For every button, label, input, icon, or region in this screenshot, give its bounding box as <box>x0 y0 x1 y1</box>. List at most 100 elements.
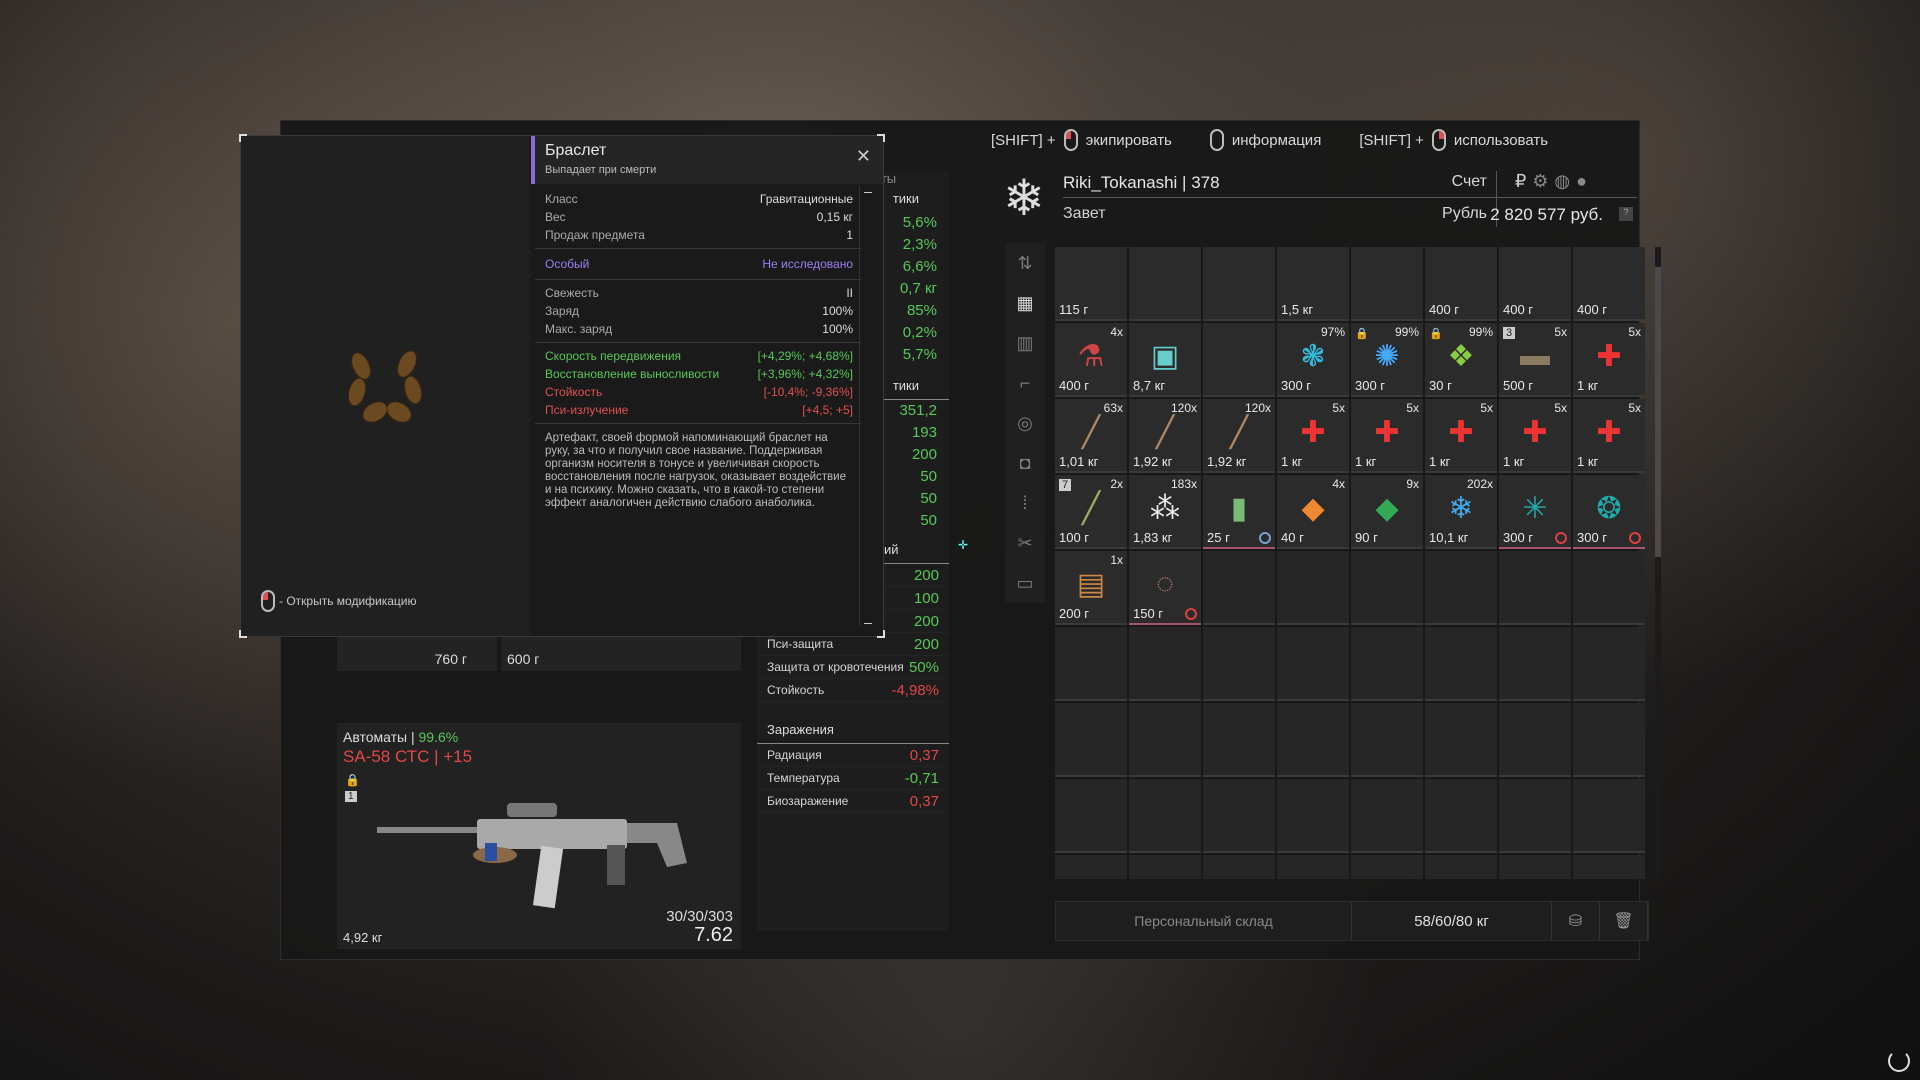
category-tools-icon[interactable]: ✂ <box>1005 523 1045 563</box>
inventory-slot-empty[interactable] <box>1573 627 1645 701</box>
inventory-slot-empty[interactable] <box>1203 703 1275 777</box>
inventory-slot[interactable]: ╱ 63x 1,01 кг <box>1055 399 1127 473</box>
inventory-slot[interactable]: ✳ 300 г <box>1499 475 1571 549</box>
equipment-slot-1[interactable]: 760 г <box>337 631 497 671</box>
player-name: Riki_Tokanashi | 378 <box>1063 173 1220 192</box>
scrollbar-thumb[interactable] <box>1655 267 1661 557</box>
inventory-slot[interactable]: ▮ 25 г <box>1203 475 1275 549</box>
inventory-slot-empty[interactable] <box>1499 855 1571 879</box>
inventory-slot-empty[interactable] <box>1351 627 1423 701</box>
token-icon[interactable]: ● <box>1576 171 1587 192</box>
trash-icon[interactable]: 🗑 <box>1600 902 1648 940</box>
inventory-slot-empty[interactable] <box>1425 703 1497 777</box>
category-artifacts-icon[interactable]: ◎ <box>1005 403 1045 443</box>
inventory-slot-empty[interactable] <box>1055 627 1127 701</box>
inventory-slot[interactable]: 400 г <box>1499 247 1571 321</box>
category-all-icon[interactable]: ▦ <box>1005 283 1045 323</box>
inventory-slot[interactable]: ✚ 5x 1 кг <box>1573 323 1645 397</box>
inventory-slot-empty[interactable] <box>1425 627 1497 701</box>
inventory-slot-empty[interactable] <box>1351 779 1423 853</box>
weight-icon[interactable]: ⛁ <box>1552 902 1600 940</box>
inventory-slot[interactable]: 400 г <box>1573 247 1645 321</box>
inventory-slot-empty[interactable] <box>1277 855 1349 879</box>
equipment-slot-2[interactable]: 600 г <box>501 631 741 671</box>
inventory-slot-empty[interactable] <box>1055 779 1127 853</box>
inventory-slot[interactable]: ✚ 5x 1 кг <box>1573 399 1645 473</box>
category-armor-icon[interactable]: ▥ <box>1005 323 1045 363</box>
inventory-slot[interactable]: 1,5 кг <box>1277 247 1349 321</box>
compass-icon[interactable]: ◍ <box>1554 171 1570 192</box>
inventory-slot-empty[interactable] <box>1425 551 1497 625</box>
inventory-slot[interactable]: 115 г <box>1055 247 1127 321</box>
inventory-slot-empty[interactable] <box>1351 855 1423 879</box>
inventory-scrollbar[interactable] <box>1655 247 1661 879</box>
close-icon[interactable]: ✕ <box>856 146 871 167</box>
inventory-slot[interactable]: ⚗ 4x 400 г <box>1055 323 1127 397</box>
inventory-slot-empty[interactable] <box>1129 779 1201 853</box>
property-row: Восстановление выносливости [+3,96%; +4,3… <box>535 365 861 383</box>
inventory-slot[interactable]: ╱ 120x 1,92 кг <box>1129 399 1201 473</box>
inventory-slot-empty[interactable] <box>1203 855 1275 879</box>
inventory-slot[interactable]: ⁂ 183x 1,83 кг <box>1129 475 1201 549</box>
inventory-slot[interactable]: ❄ 202x 10,1 кг <box>1425 475 1497 549</box>
help-icon[interactable]: ? <box>1619 207 1633 221</box>
inventory-slot-empty[interactable] <box>1499 627 1571 701</box>
inventory-slot[interactable] <box>1203 247 1275 321</box>
inventory-slot-empty[interactable] <box>1203 627 1275 701</box>
inventory-slot-empty[interactable] <box>1203 779 1275 853</box>
inventory-slot[interactable]: ▤ 1x 200 г <box>1055 551 1127 625</box>
inventory-slot[interactable] <box>1203 323 1275 397</box>
inventory-slot-empty[interactable] <box>1499 551 1571 625</box>
inventory-slot[interactable]: ✚ 5x 1 кг <box>1425 399 1497 473</box>
inventory-slot-empty[interactable] <box>1573 703 1645 777</box>
storage-name[interactable]: Персональный склад <box>1056 902 1352 940</box>
inventory-slot-empty[interactable] <box>1425 779 1497 853</box>
category-ammo-icon[interactable]: ⁞ <box>1005 483 1045 523</box>
inventory-slot[interactable]: ❖ 99% 🔒 30 г <box>1425 323 1497 397</box>
ruble-icon[interactable]: ₽ <box>1515 171 1526 192</box>
inventory-slot[interactable]: ✚ 5x 1 кг <box>1499 399 1571 473</box>
category-other-icon[interactable]: ▭ <box>1005 563 1045 603</box>
rifle-icon <box>377 803 687 909</box>
inventory-slot-empty[interactable] <box>1499 779 1571 853</box>
inventory-slot-empty[interactable] <box>1351 703 1423 777</box>
inventory-slot-empty[interactable] <box>1499 703 1571 777</box>
inventory-slot-empty[interactable] <box>1203 551 1275 625</box>
sort-icon[interactable]: ⇅ <box>1005 243 1045 283</box>
inventory-slot-empty[interactable] <box>1425 855 1497 879</box>
inventory-slot-empty[interactable] <box>1277 703 1349 777</box>
inventory-slot-empty[interactable] <box>1129 855 1201 879</box>
inventory-slot[interactable]: ✚ 5x 1 кг <box>1277 399 1349 473</box>
inventory-slot[interactable]: ✚ 5x 1 кг <box>1351 399 1423 473</box>
inventory-slot[interactable]: ▬ 5x 3 500 г <box>1499 323 1571 397</box>
inventory-slot[interactable]: ❃ 97% 300 г <box>1277 323 1349 397</box>
inventory-slot-empty[interactable] <box>1351 551 1423 625</box>
inventory-slot[interactable]: ◆ 9x 90 г <box>1351 475 1423 549</box>
inventory-slot[interactable]: ╱ 2x 7 100 г <box>1055 475 1127 549</box>
inventory-slot-empty[interactable] <box>1055 703 1127 777</box>
inventory-slot-empty[interactable] <box>1277 627 1349 701</box>
inventory-slot-empty[interactable] <box>1129 703 1201 777</box>
inventory-slot-empty[interactable] <box>1277 551 1349 625</box>
inventory-slot[interactable]: 400 г <box>1425 247 1497 321</box>
inventory-slot[interactable]: ▣ 8,7 кг <box>1129 323 1201 397</box>
weapon-slot[interactable]: Автоматы | 99.6% SA-58 СТС | +15 🔒 1 4,9… <box>337 723 741 949</box>
category-devices-icon[interactable]: ◘ <box>1005 443 1045 483</box>
inventory-slot-empty[interactable] <box>1573 855 1645 879</box>
inventory-slot[interactable]: ╱ 120x 1,92 кг <box>1203 399 1275 473</box>
category-weapons-icon[interactable]: ⌐ <box>1005 363 1045 403</box>
inventory-slot-empty[interactable] <box>1277 779 1349 853</box>
tooltip-scrollbar[interactable] <box>859 186 873 626</box>
inventory-slot-empty[interactable] <box>1573 551 1645 625</box>
ammo-count: 30/30/303 <box>666 908 733 925</box>
inventory-slot[interactable]: ◌ 150 г <box>1129 551 1201 625</box>
inventory-slot[interactable]: ✺ 99% 🔒 300 г <box>1351 323 1423 397</box>
inventory-slot-empty[interactable] <box>1573 779 1645 853</box>
inventory-slot-empty[interactable] <box>1129 627 1201 701</box>
inventory-slot-empty[interactable] <box>1055 855 1127 879</box>
inventory-slot[interactable] <box>1351 247 1423 321</box>
inventory-slot[interactable]: ◆ 4x 40 г <box>1277 475 1349 549</box>
inventory-slot[interactable] <box>1129 247 1201 321</box>
gear-icon[interactable]: ⚙ <box>1532 171 1548 192</box>
inventory-slot[interactable]: ❂ 300 г <box>1573 475 1645 549</box>
